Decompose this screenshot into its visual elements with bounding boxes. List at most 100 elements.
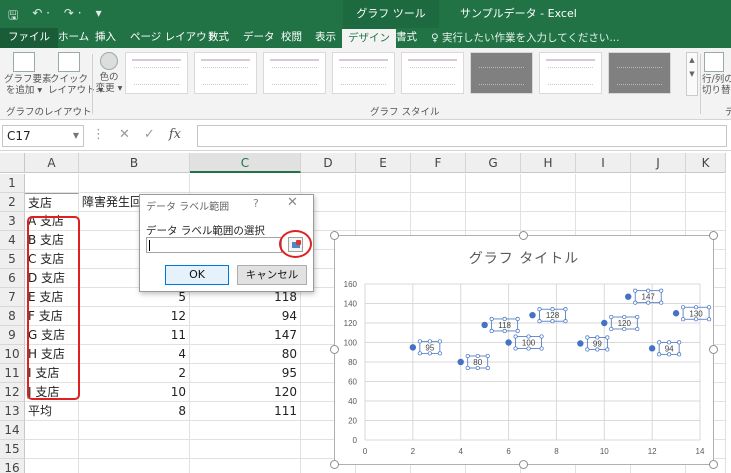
- cell[interactable]: [411, 193, 466, 212]
- tab-insert[interactable]: 挿入: [95, 28, 116, 48]
- cell[interactable]: [686, 212, 726, 231]
- row-header[interactable]: 5: [0, 250, 25, 269]
- cell[interactable]: 80: [190, 345, 301, 364]
- cell[interactable]: [79, 440, 190, 459]
- tab-home[interactable]: ホーム: [58, 28, 89, 48]
- row-header[interactable]: 13: [0, 402, 25, 421]
- cell[interactable]: [631, 212, 686, 231]
- row-header[interactable]: 9: [0, 326, 25, 345]
- row-header[interactable]: 7: [0, 288, 25, 307]
- chart-style-thumb[interactable]: [125, 52, 188, 94]
- close-icon[interactable]: ✕: [287, 195, 298, 210]
- chart-style-thumb[interactable]: [470, 52, 533, 94]
- resize-handle[interactable]: [709, 345, 718, 354]
- cell[interactable]: [466, 174, 521, 193]
- resize-handle[interactable]: [519, 460, 528, 469]
- chart-style-thumb[interactable]: [401, 52, 464, 94]
- cell[interactable]: [190, 421, 301, 440]
- cell[interactable]: [25, 421, 79, 440]
- cell[interactable]: [631, 174, 686, 193]
- column-header-j[interactable]: J: [631, 153, 686, 173]
- row-header[interactable]: 14: [0, 421, 25, 440]
- cell[interactable]: [25, 459, 79, 473]
- resize-handle[interactable]: [709, 460, 718, 469]
- cell[interactable]: 95: [190, 364, 301, 383]
- resize-handle[interactable]: [709, 231, 718, 240]
- cell[interactable]: [521, 193, 576, 212]
- tab-design[interactable]: デザイン: [342, 28, 396, 48]
- cell[interactable]: 111: [190, 402, 301, 421]
- cell[interactable]: [190, 459, 301, 473]
- resize-handle[interactable]: [330, 460, 339, 469]
- row-header[interactable]: 11: [0, 364, 25, 383]
- cell[interactable]: [79, 459, 190, 473]
- cell[interactable]: 支店: [25, 193, 79, 212]
- cell[interactable]: 11: [79, 326, 190, 345]
- column-header-h[interactable]: H: [521, 153, 576, 173]
- cell[interactable]: [576, 174, 631, 193]
- redo-icon[interactable]: ↷ ·: [64, 6, 82, 27]
- column-header-g[interactable]: G: [466, 153, 521, 173]
- cell[interactable]: [521, 212, 576, 231]
- tab-page-layout[interactable]: ページ レイアウト: [130, 28, 217, 48]
- cell[interactable]: 8: [79, 402, 190, 421]
- range-input[interactable]: [146, 237, 282, 253]
- cell[interactable]: [576, 212, 631, 231]
- chart-style-thumb[interactable]: [263, 52, 326, 94]
- gallery-scroll-buttons[interactable]: ▲ ▼: [686, 52, 698, 96]
- cell[interactable]: [190, 440, 301, 459]
- resize-handle[interactable]: [519, 231, 528, 240]
- cell[interactable]: [411, 212, 466, 231]
- row-header[interactable]: 6: [0, 269, 25, 288]
- cell[interactable]: [356, 174, 411, 193]
- customize-qat-icon[interactable]: ▾: [96, 6, 102, 27]
- cell[interactable]: [631, 193, 686, 212]
- cell[interactable]: [466, 193, 521, 212]
- column-header-f[interactable]: F: [411, 153, 466, 173]
- cancel-button[interactable]: キャンセル: [237, 265, 307, 285]
- column-header-d[interactable]: D: [301, 153, 356, 173]
- enter-icon[interactable]: ✓: [144, 127, 155, 142]
- column-header-a[interactable]: A: [25, 153, 79, 173]
- chevron-down-icon[interactable]: ▼: [73, 126, 79, 146]
- row-header[interactable]: 15: [0, 440, 25, 459]
- chart-style-thumb[interactable]: [608, 52, 671, 94]
- add-chart-element-button[interactable]: グラフ要素 を追加 ▾: [4, 52, 52, 96]
- cell[interactable]: 10: [79, 383, 190, 402]
- save-icon[interactable]: 🖫: [8, 6, 18, 27]
- tab-review[interactable]: 校閲: [281, 28, 302, 48]
- column-header-e[interactable]: E: [356, 153, 411, 173]
- cell[interactable]: 平均: [25, 402, 79, 421]
- column-header-i[interactable]: I: [576, 153, 631, 173]
- chart-style-thumb[interactable]: [539, 52, 602, 94]
- row-header[interactable]: 16: [0, 459, 25, 473]
- tab-formulas[interactable]: 数式: [208, 28, 229, 48]
- cell[interactable]: [79, 421, 190, 440]
- cell[interactable]: 120: [190, 383, 301, 402]
- resize-handle[interactable]: [330, 345, 339, 354]
- cell[interactable]: [356, 212, 411, 231]
- help-icon[interactable]: ?: [253, 197, 259, 210]
- cell[interactable]: [686, 174, 726, 193]
- column-header-k[interactable]: K: [686, 153, 726, 173]
- cell[interactable]: 94: [190, 307, 301, 326]
- name-box[interactable]: C17 ▼: [2, 125, 84, 147]
- scatter-chart[interactable]: グラフ タイトル 0 20 40 60 80 100 120 140 160 0 2 4 6 8 10 12 1…: [334, 235, 714, 465]
- tell-me-search[interactable]: ♀ 実行したい作業を入力してください...: [431, 28, 619, 48]
- cell[interactable]: [356, 193, 411, 212]
- cell[interactable]: [576, 193, 631, 212]
- column-header-b[interactable]: B: [79, 153, 190, 173]
- cell[interactable]: [411, 174, 466, 193]
- cell[interactable]: 2: [79, 364, 190, 383]
- cell[interactable]: [79, 174, 190, 193]
- undo-icon[interactable]: ↶ ·: [32, 6, 50, 27]
- cell[interactable]: [190, 174, 301, 193]
- row-header[interactable]: 2: [0, 193, 25, 212]
- select-all-corner[interactable]: [0, 153, 25, 173]
- change-colors-button[interactable]: 色の 変更 ▾: [94, 52, 124, 94]
- row-header[interactable]: 4: [0, 231, 25, 250]
- column-header-c[interactable]: C: [190, 153, 301, 173]
- tab-data[interactable]: データ: [243, 28, 275, 48]
- cancel-icon[interactable]: ✕: [119, 127, 130, 142]
- formula-input[interactable]: [197, 125, 727, 147]
